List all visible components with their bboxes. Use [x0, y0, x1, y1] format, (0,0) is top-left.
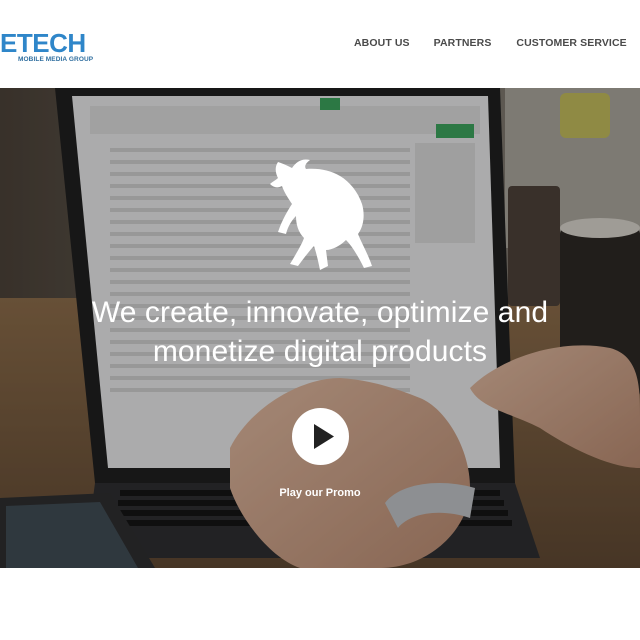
hero-headline-line-1: We create, innovate, optimize and: [91, 296, 549, 329]
hero-headline: We create, innovate, optimize and moneti…: [0, 293, 640, 371]
site-header: ETECH MOBILE MEDIA GROUP ABOUT US PARTNE…: [0, 0, 640, 88]
hero-section: We create, innovate, optimize and moneti…: [0, 88, 640, 568]
main-nav: ABOUT US PARTNERS CUSTOMER SERVICE JO: [354, 37, 640, 49]
play-promo-button[interactable]: [292, 408, 349, 465]
logo[interactable]: ETECH MOBILE MEDIA GROUP: [0, 28, 93, 63]
play-promo-label[interactable]: Play our Promo: [0, 487, 640, 499]
nav-about-us[interactable]: ABOUT US: [354, 37, 410, 49]
bull-logo-icon: [270, 159, 372, 270]
play-icon: [314, 424, 334, 449]
logo-wordmark: ETECH: [0, 28, 86, 58]
hero-headline-line-2: monetize digital products: [152, 335, 488, 368]
nav-partners[interactable]: PARTNERS: [434, 37, 492, 49]
logo-tagline: MOBILE MEDIA GROUP: [18, 56, 94, 63]
nav-customer-service[interactable]: CUSTOMER SERVICE: [516, 37, 626, 49]
